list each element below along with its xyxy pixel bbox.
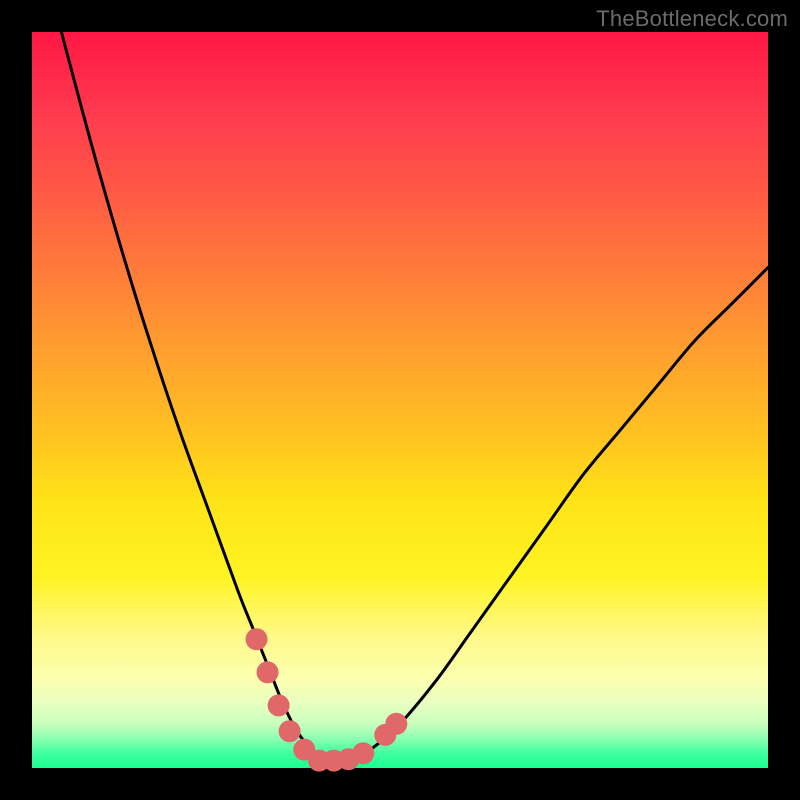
curve-marker	[352, 742, 374, 764]
plot-area	[32, 32, 768, 768]
curve-marker	[268, 694, 290, 716]
watermark-label: TheBottleneck.com	[596, 6, 788, 32]
chart-frame: TheBottleneck.com	[0, 0, 800, 800]
curve-svg	[32, 32, 768, 768]
marker-group	[246, 628, 408, 771]
curve-marker	[257, 661, 279, 683]
curve-marker	[385, 713, 407, 735]
curve-marker	[246, 628, 268, 650]
curve-marker	[279, 720, 301, 742]
bottleneck-curve	[61, 32, 768, 762]
